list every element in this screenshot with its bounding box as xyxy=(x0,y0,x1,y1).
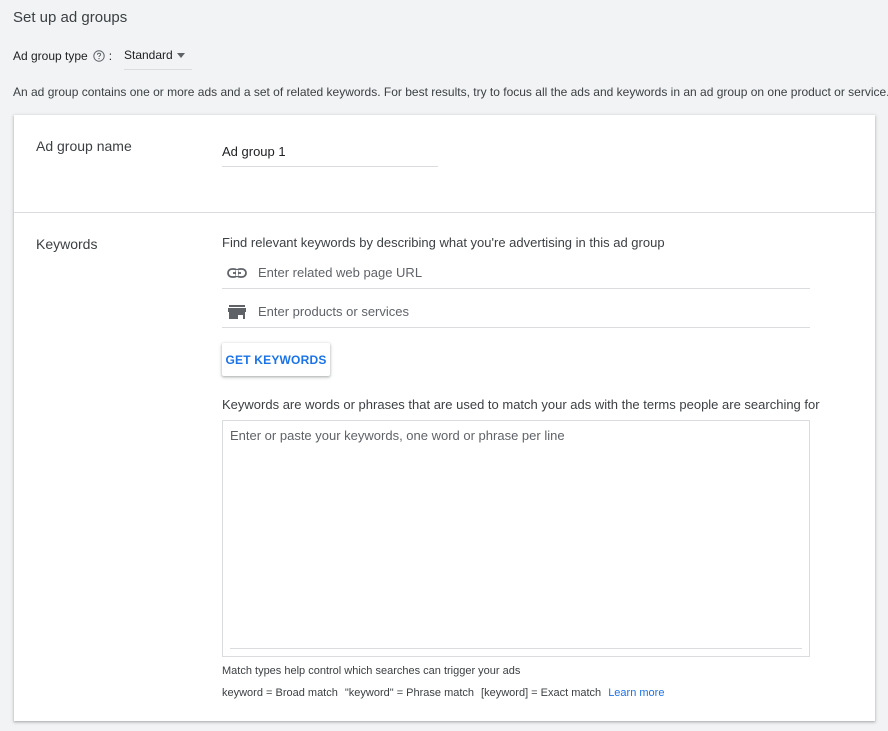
match-types-row: keyword = Broad match "keyword" = Phrase… xyxy=(222,687,664,699)
ad-group-type-value: Standard xyxy=(124,48,173,62)
textarea-underline xyxy=(230,648,802,649)
keywords-label: Keywords xyxy=(36,236,98,252)
section-divider xyxy=(14,212,875,213)
web-page-url-input[interactable] xyxy=(258,265,798,280)
ad-group-card: Ad group name Keywords Find relevant key… xyxy=(14,115,875,721)
store-icon xyxy=(226,304,248,320)
ad-group-name-input[interactable] xyxy=(222,144,432,159)
ad-group-name-field[interactable] xyxy=(222,137,438,167)
ad-group-intro-text: An ad group contains one or more ads and… xyxy=(13,85,888,99)
keywords-description: Keywords are words or phrases that are u… xyxy=(222,397,820,412)
products-services-field[interactable] xyxy=(222,298,810,328)
learn-more-link[interactable]: Learn more xyxy=(608,687,664,699)
ad-group-type-dropdown[interactable]: Standard xyxy=(124,46,192,70)
page-title: Set up ad groups xyxy=(13,9,128,26)
link-icon xyxy=(226,265,248,281)
find-keywords-text: Find relevant keywords by describing wha… xyxy=(222,235,665,250)
web-page-url-field[interactable] xyxy=(222,259,810,289)
dropdown-arrow-icon xyxy=(177,53,185,58)
help-circle-icon[interactable] xyxy=(93,50,105,62)
keywords-textarea-box[interactable] xyxy=(222,420,810,657)
ad-group-name-label: Ad group name xyxy=(36,138,132,154)
keywords-textarea[interactable] xyxy=(230,428,800,648)
get-keywords-button[interactable]: GET KEYWORDS xyxy=(222,343,330,376)
ad-group-type-row: Ad group type : xyxy=(13,46,112,66)
phrase-match-text: "keyword" = Phrase match xyxy=(344,687,475,699)
exact-match-text: [keyword] = Exact match xyxy=(481,687,602,699)
ad-group-type-label: Ad group type xyxy=(13,49,88,63)
broad-match-text: keyword = Broad match xyxy=(222,687,338,699)
match-types-help: Match types help control which searches … xyxy=(222,665,521,677)
ad-group-type-colon: : xyxy=(108,49,113,63)
products-services-input[interactable] xyxy=(258,304,798,319)
